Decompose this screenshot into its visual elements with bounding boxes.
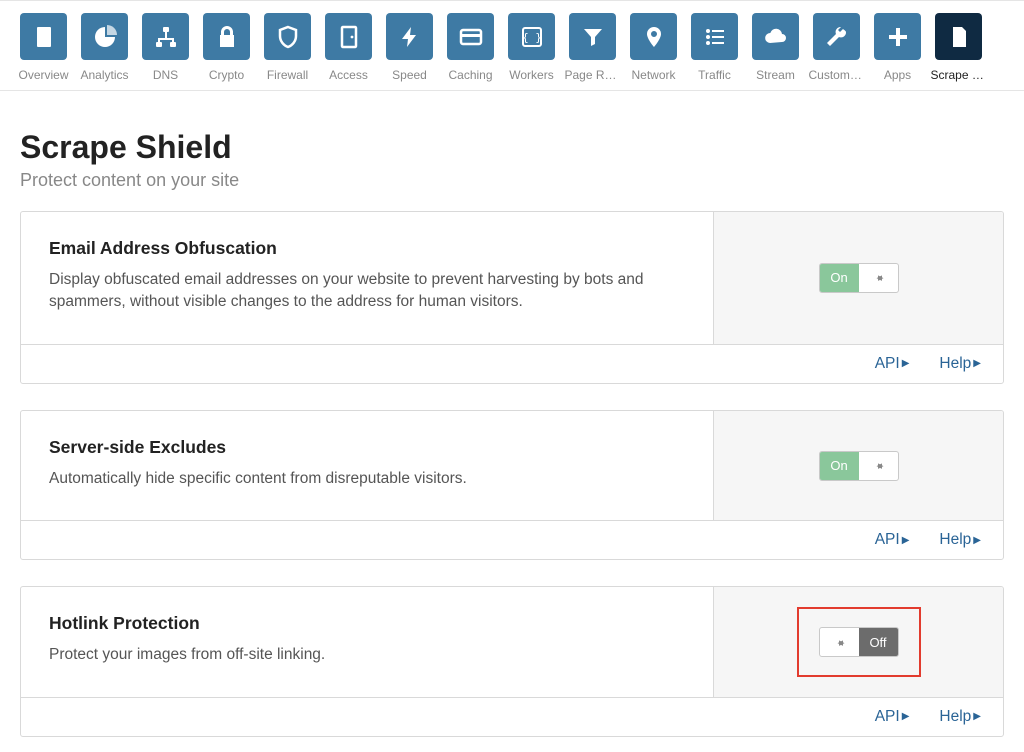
card-email-obfuscation: Email Address Obfuscation Display obfusc…: [20, 211, 1004, 384]
nav-tab-label: DNS: [153, 68, 178, 82]
toggle-grip-icon: ◂▸: [859, 264, 898, 292]
card-side: On ◂▸: [713, 212, 1003, 344]
toggle-grip-icon: ◂▸: [859, 452, 898, 480]
help-link[interactable]: Help▶: [939, 708, 981, 726]
card-desc: Protect your images from off-site linkin…: [49, 644, 669, 666]
card-footer: API▶ Help▶: [21, 344, 1003, 383]
nav-tab-label: Speed: [392, 68, 427, 82]
cloud-icon: [752, 13, 799, 60]
nav-tab-label: Crypto: [209, 68, 244, 82]
bolt-icon: [386, 13, 433, 60]
nav-tab-stream[interactable]: Stream: [752, 13, 799, 82]
plus-icon: [874, 13, 921, 60]
help-link[interactable]: Help▶: [939, 355, 981, 373]
wrench-icon: [813, 13, 860, 60]
toggle-email-obfuscation[interactable]: On ◂▸: [819, 263, 899, 293]
nav-tab-label: Page Rules: [565, 68, 621, 82]
nav-tab-firewall[interactable]: Firewall: [264, 13, 311, 82]
api-link[interactable]: API▶: [875, 708, 910, 726]
card-side: ◂▸ Off: [713, 587, 1003, 696]
caret-right-icon: ▶: [973, 711, 981, 722]
api-link[interactable]: API▶: [875, 531, 910, 549]
nav-tab-apps[interactable]: Apps: [874, 13, 921, 82]
lock-icon: [203, 13, 250, 60]
page-subtitle: Protect content on your site: [20, 170, 1004, 191]
help-link[interactable]: Help▶: [939, 531, 981, 549]
nav-tab-label: Apps: [884, 68, 911, 82]
settings-cards: Email Address Obfuscation Display obfusc…: [0, 211, 1024, 737]
nav-tab-custom[interactable]: Custom …: [813, 13, 860, 82]
nav-tab-label: Access: [329, 68, 368, 82]
nav-tab-label: Traffic: [698, 68, 731, 82]
card-desc: Automatically hide specific content from…: [49, 468, 669, 490]
highlight-annotation: ◂▸ Off: [797, 607, 921, 677]
document-icon: [935, 13, 982, 60]
nav-tab-label: Scrape S…: [931, 68, 987, 82]
caret-right-icon: ▶: [902, 711, 910, 722]
clipboard-icon: [20, 13, 67, 60]
card-title: Server-side Excludes: [49, 437, 685, 458]
nav-tab-label: Caching: [448, 68, 492, 82]
caret-right-icon: ▶: [973, 535, 981, 546]
caret-right-icon: ▶: [902, 358, 910, 369]
card-server-side-excludes: Server-side Excludes Automatically hide …: [20, 410, 1004, 560]
nav-tab-label: Analytics: [80, 68, 128, 82]
caret-right-icon: ▶: [973, 358, 981, 369]
card-desc: Display obfuscated email addresses on yo…: [49, 269, 669, 314]
nav-tab-label: Stream: [756, 68, 795, 82]
nav-tab-workers[interactable]: { } Workers: [508, 13, 555, 82]
page-title: Scrape Shield: [20, 129, 1004, 166]
nav-tab-label: Custom …: [809, 68, 865, 82]
nav-tab-label: Overview: [19, 68, 69, 82]
card-side: On ◂▸: [713, 411, 1003, 520]
card-icon: [447, 13, 494, 60]
svg-text:{ }: { }: [522, 31, 542, 44]
pin-icon: [630, 13, 677, 60]
card-title: Hotlink Protection: [49, 613, 685, 634]
list-icon: [691, 13, 738, 60]
nav-tab-page-rules[interactable]: Page Rules: [569, 13, 616, 82]
nav-strip: Overview Analytics DNS Crypto Firewall A…: [0, 0, 1024, 91]
card-footer: API▶ Help▶: [21, 697, 1003, 736]
funnel-icon: [569, 13, 616, 60]
toggle-hotlink-protection[interactable]: ◂▸ Off: [819, 627, 899, 657]
door-icon: [325, 13, 372, 60]
nav-tab-label: Workers: [509, 68, 553, 82]
braces-icon: { }: [508, 13, 555, 60]
card-title: Email Address Obfuscation: [49, 238, 685, 259]
nav-tab-access[interactable]: Access: [325, 13, 372, 82]
toggle-grip-icon: ◂▸: [820, 628, 859, 656]
toggle-on-label: On: [820, 452, 859, 480]
page-header: Scrape Shield Protect content on your si…: [0, 91, 1024, 211]
card-footer: API▶ Help▶: [21, 520, 1003, 559]
nav-tab-label: Firewall: [267, 68, 308, 82]
nav-tab-scrape-shield[interactable]: Scrape S…: [935, 13, 982, 82]
caret-right-icon: ▶: [902, 535, 910, 546]
toggle-server-side-excludes[interactable]: On ◂▸: [819, 451, 899, 481]
nav-tab-speed[interactable]: Speed: [386, 13, 433, 82]
nav-tab-label: Network: [631, 68, 675, 82]
toggle-off-label: Off: [859, 628, 898, 656]
toggle-on-label: On: [820, 264, 859, 292]
shield-icon: [264, 13, 311, 60]
pie-chart-icon: [81, 13, 128, 60]
nav-tab-traffic[interactable]: Traffic: [691, 13, 738, 82]
nav-tab-caching[interactable]: Caching: [447, 13, 494, 82]
nav-tab-analytics[interactable]: Analytics: [81, 13, 128, 82]
nav-tab-dns[interactable]: DNS: [142, 13, 189, 82]
tree-icon: [142, 13, 189, 60]
nav-tab-network[interactable]: Network: [630, 13, 677, 82]
nav-tab-overview[interactable]: Overview: [20, 13, 67, 82]
nav-tab-crypto[interactable]: Crypto: [203, 13, 250, 82]
card-hotlink-protection: Hotlink Protection Protect your images f…: [20, 586, 1004, 736]
api-link[interactable]: API▶: [875, 355, 910, 373]
